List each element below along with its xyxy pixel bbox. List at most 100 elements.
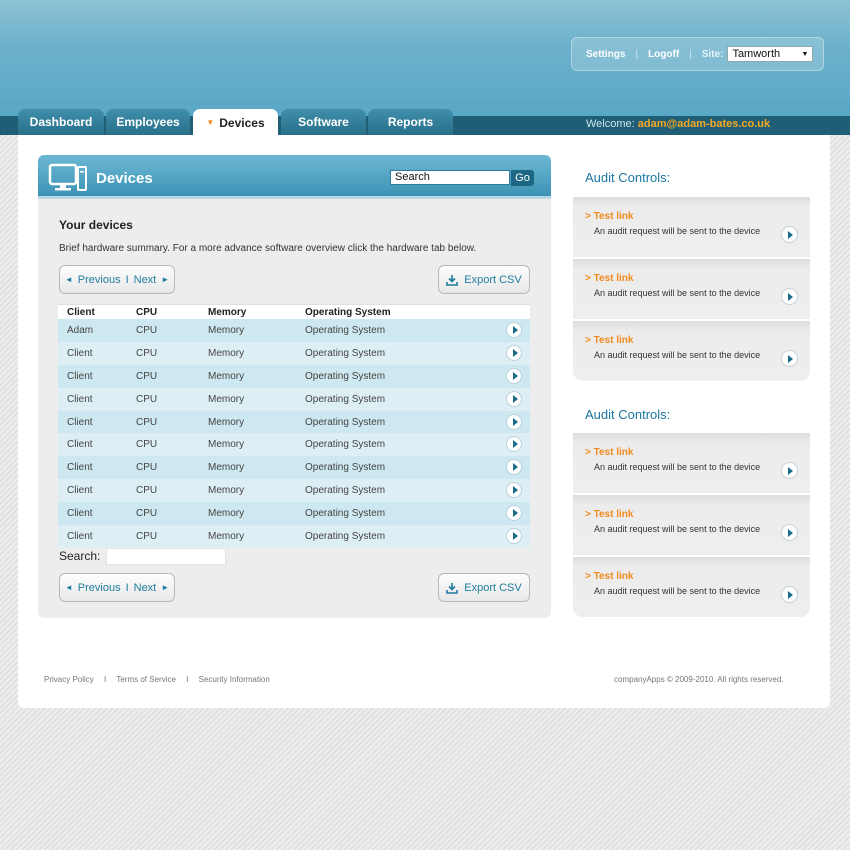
cell-client: Client xyxy=(67,393,93,405)
table-row[interactable]: Client CPU Memory Operating System xyxy=(58,479,530,503)
export-csv-button[interactable]: Export CSV xyxy=(438,265,530,294)
next-button[interactable]: Next xyxy=(134,582,157,594)
monitor-icon xyxy=(48,163,87,191)
table-row[interactable]: Client CPU Memory Operating System xyxy=(58,387,530,411)
audit-test-link[interactable]: > Test link xyxy=(585,335,633,346)
settings-link[interactable]: Settings xyxy=(586,49,625,60)
audit-card: > Test link An audit request will be sen… xyxy=(573,259,810,319)
arrow-left-icon: ◄ xyxy=(64,583,73,592)
search-input[interactable]: Search xyxy=(390,170,510,185)
table-row[interactable]: Client CPU Memory Operating System xyxy=(58,364,530,388)
audit-description: An audit request will be sent to the dev… xyxy=(594,288,761,298)
export-csv-button[interactable]: Export CSV xyxy=(438,573,530,602)
cell-cpu: CPU xyxy=(136,485,158,497)
tab-label: Reports xyxy=(387,115,434,129)
cell-os: Operating System xyxy=(305,370,386,382)
cell-cpu: CPU xyxy=(136,393,158,405)
audit-test-link[interactable]: > Test link xyxy=(585,509,633,520)
site-label: Site: xyxy=(701,48,724,60)
row-arrow-icon[interactable] xyxy=(506,322,522,338)
audit-test-link[interactable]: > Test link xyxy=(585,447,633,458)
tab-label: Employees xyxy=(116,115,180,129)
cell-memory: Memory xyxy=(208,485,245,497)
row-arrow-icon[interactable] xyxy=(506,505,522,522)
go-button[interactable]: Go xyxy=(511,170,534,186)
export-label: Export CSV xyxy=(464,581,522,594)
audit-arrow-icon[interactable] xyxy=(781,288,798,305)
audit-title: Audit Controls: xyxy=(585,170,671,185)
table-row[interactable]: Client CPU Memory Operating System xyxy=(58,410,530,434)
audit-arrow-icon[interactable] xyxy=(781,350,798,367)
table-row[interactable]: Client CPU Memory Operating System xyxy=(58,525,530,548)
audit-card: > Test link An audit request will be sen… xyxy=(573,495,810,555)
cell-client: Client xyxy=(67,530,93,542)
security-info-link[interactable]: Security Information xyxy=(199,675,270,684)
column-header-client[interactable]: Client xyxy=(58,307,136,318)
row-arrow-icon[interactable] xyxy=(506,482,522,499)
audit-description: An audit request will be sent to the dev… xyxy=(594,524,761,534)
column-header-os[interactable]: Operating System xyxy=(305,307,495,318)
audit-arrow-icon[interactable] xyxy=(781,462,798,479)
terms-link[interactable]: Terms of Service xyxy=(116,675,176,684)
row-arrow-icon[interactable] xyxy=(506,390,522,407)
logoff-link[interactable]: Logoff xyxy=(648,49,679,60)
audit-title: Audit Controls: xyxy=(585,407,671,422)
summary-text: Brief hardware summary. For a more advan… xyxy=(59,243,477,254)
filter-input[interactable] xyxy=(106,548,226,565)
table-row[interactable]: Client CPU Memory Operating System xyxy=(58,341,530,365)
arrow-left-icon: ◄ xyxy=(64,275,73,284)
download-icon xyxy=(446,582,459,594)
utility-panel: Settings | Logoff | Site: Tamworth ▼ xyxy=(571,37,824,71)
cell-os: Operating System xyxy=(305,530,386,542)
audit-test-link[interactable]: > Test link xyxy=(585,211,633,222)
table-row[interactable]: Client CPU Memory Operating System xyxy=(58,502,530,526)
audit-description: An audit request will be sent to the dev… xyxy=(594,586,761,596)
welcome-user[interactable]: adam@adam-bates.co.uk xyxy=(638,118,770,130)
cell-cpu: CPU xyxy=(136,416,158,428)
row-arrow-icon[interactable] xyxy=(506,367,522,384)
previous-button[interactable]: Previous xyxy=(78,274,121,286)
tab-reports[interactable]: Reports xyxy=(368,109,453,135)
row-arrow-icon[interactable] xyxy=(506,436,522,453)
cell-client: Client xyxy=(67,370,93,382)
next-button[interactable]: Next xyxy=(134,274,157,286)
audit-arrow-icon[interactable] xyxy=(781,524,798,541)
row-arrow-icon[interactable] xyxy=(506,459,522,476)
footer-links: Privacy Policy I Terms of Service I Secu… xyxy=(44,675,270,684)
column-header-memory[interactable]: Memory xyxy=(208,307,305,318)
row-arrow-icon[interactable] xyxy=(506,413,522,430)
audit-test-link[interactable]: > Test link xyxy=(585,571,633,582)
site-select[interactable]: Tamworth ▼ xyxy=(727,46,814,62)
tab-employees[interactable]: Employees xyxy=(106,109,190,135)
cell-memory: Memory xyxy=(208,324,245,336)
audit-arrow-icon[interactable] xyxy=(781,586,798,603)
cell-client: Client xyxy=(67,416,93,428)
audit-test-link[interactable]: > Test link xyxy=(585,273,633,284)
separator: | xyxy=(635,48,639,60)
cell-client: Client xyxy=(67,462,93,474)
column-header-cpu[interactable]: CPU xyxy=(136,307,208,318)
device-table: Client CPU Memory Operating System Adam … xyxy=(58,304,530,548)
table-row[interactable]: Client CPU Memory Operating System xyxy=(58,456,530,480)
row-arrow-icon[interactable] xyxy=(506,528,522,545)
cell-cpu: CPU xyxy=(136,439,158,451)
previous-button[interactable]: Previous xyxy=(78,582,121,594)
tab-software[interactable]: Software xyxy=(281,109,366,135)
cell-cpu: CPU xyxy=(136,347,158,359)
cell-client: Client xyxy=(67,439,93,451)
tab-dashboard[interactable]: Dashboard xyxy=(18,109,104,135)
cell-memory: Memory xyxy=(208,393,245,405)
welcome-label: Welcome: xyxy=(586,118,635,130)
arrow-right-icon: ► xyxy=(161,275,170,284)
tab-label: Dashboard xyxy=(29,115,93,129)
privacy-policy-link[interactable]: Privacy Policy xyxy=(44,675,94,684)
tab-devices[interactable]: ▼ Devices xyxy=(193,109,278,136)
cell-memory: Memory xyxy=(208,416,245,428)
audit-card: > Test link An audit request will be sen… xyxy=(573,321,810,381)
devices-panel: Devices Search Go Your devices Brief har… xyxy=(38,155,551,618)
cell-cpu: CPU xyxy=(136,508,158,520)
audit-arrow-icon[interactable] xyxy=(781,226,798,243)
row-arrow-icon[interactable] xyxy=(506,344,522,361)
table-row[interactable]: Client CPU Memory Operating System xyxy=(58,433,530,457)
table-row[interactable]: Adam CPU Memory Operating System xyxy=(58,319,530,342)
